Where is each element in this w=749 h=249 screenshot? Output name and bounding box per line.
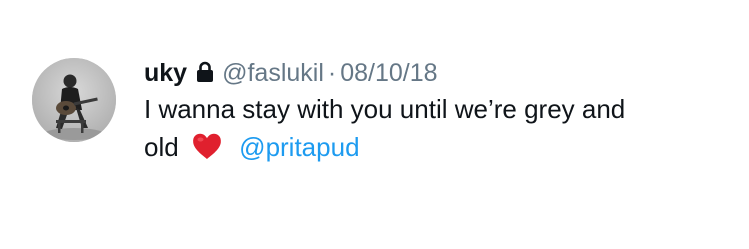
user-handle[interactable]: @faslukil: [222, 59, 324, 88]
tweet-text: I wanna stay with you until we’re grey a…: [144, 90, 704, 166]
tweet-text-line-1: I wanna stay with you until we’re grey a…: [144, 94, 626, 124]
tweet-text-line-2: old: [144, 132, 179, 162]
mention-link[interactable]: @pritapud: [239, 132, 359, 162]
tweet-header: uky @faslukil · 08/10/18: [144, 56, 734, 90]
avatar-photo: [32, 58, 116, 142]
tweet-content: uky @faslukil · 08/10/18 I wanna stay wi…: [144, 56, 734, 166]
tweet-date[interactable]: 08/10/18: [340, 59, 437, 88]
tweet-card[interactable]: uky @faslukil · 08/10/18 I wanna stay wi…: [0, 0, 749, 249]
avatar[interactable]: [32, 58, 116, 142]
display-name[interactable]: uky: [144, 59, 187, 88]
separator-dot: ·: [327, 58, 337, 87]
red-heart-icon: [192, 132, 222, 159]
lock-icon: [196, 61, 214, 83]
